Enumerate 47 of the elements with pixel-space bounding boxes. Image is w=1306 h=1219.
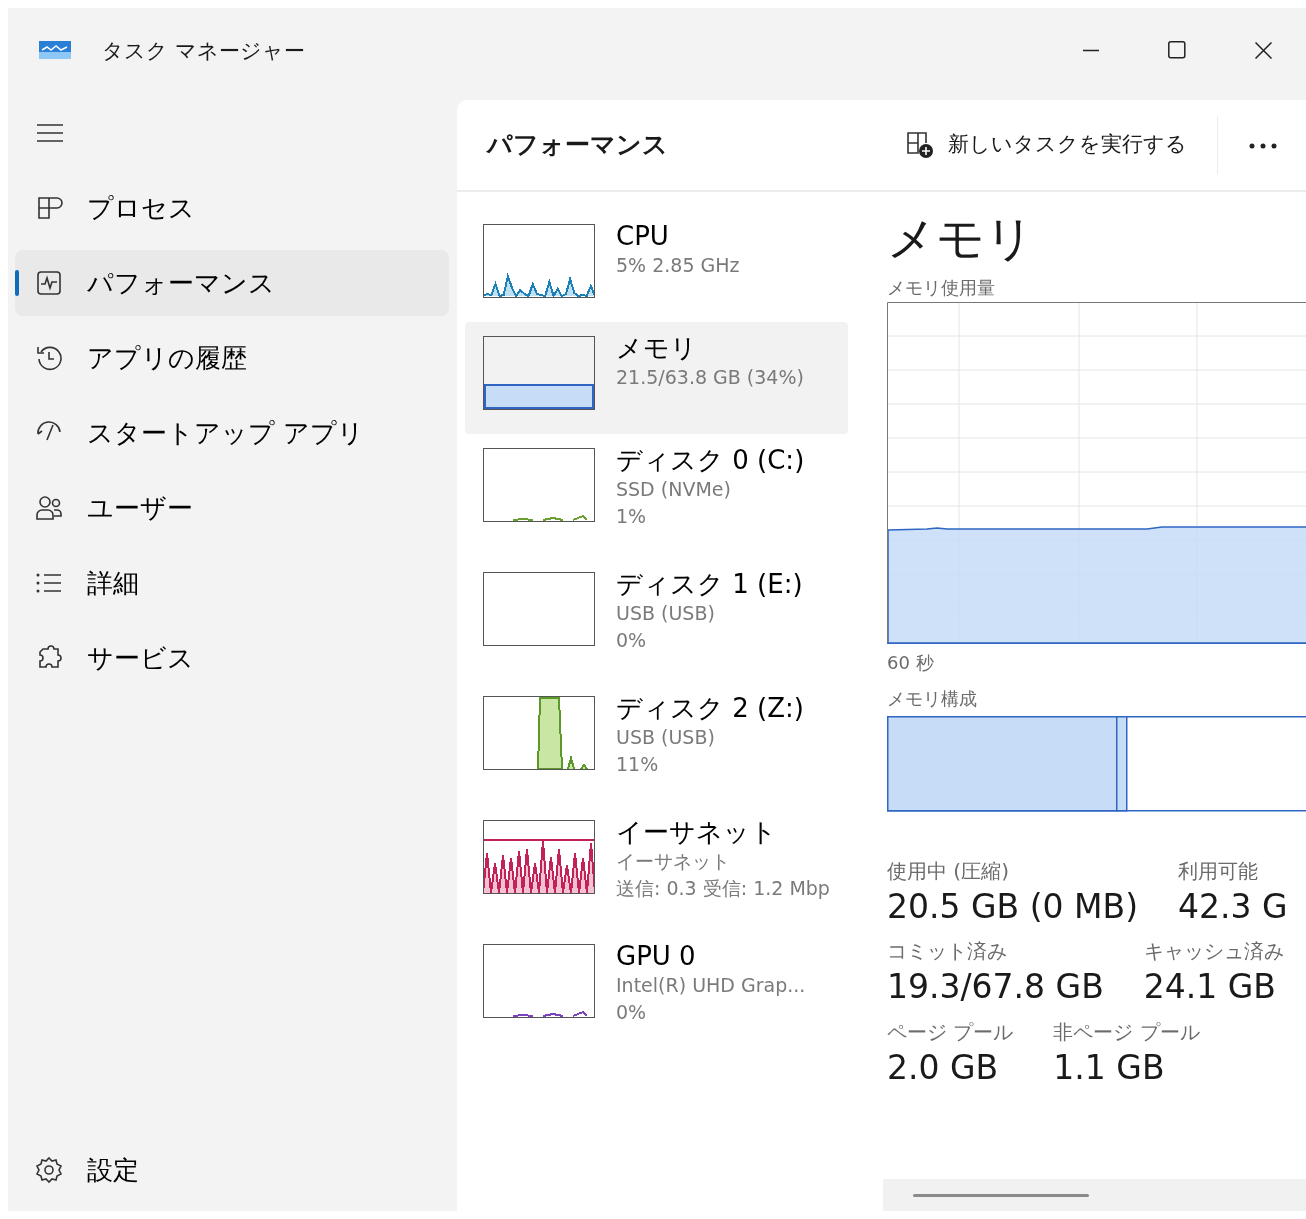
stat-value: 1.1 GB — [1053, 1047, 1166, 1090]
resource-item[interactable]: ディスク 2 (Z:) USB (USB) 11% — [465, 682, 848, 806]
stat-label: コミット済み — [887, 938, 1008, 966]
stat-value: 2.0 GB — [887, 1047, 1000, 1090]
page-title: パフォーマンス — [487, 129, 668, 162]
sidebar-item[interactable]: サービス — [15, 625, 449, 691]
settings-icon — [35, 1156, 63, 1184]
stat-value: 20.5 GB (0 MB) — [887, 885, 1138, 928]
new-task-icon — [906, 131, 936, 159]
maximize-icon — [1168, 41, 1186, 59]
sidebar-item[interactable]: プロセス — [15, 175, 449, 241]
graph-label: メモリ使用量 — [887, 276, 996, 299]
time-axis-label: 60 秒 — [887, 652, 935, 674]
scrollbar-thumb[interactable] — [913, 1193, 1089, 1197]
stat-label: 使用中 (圧縮) — [887, 857, 1010, 885]
more-icon — [1248, 141, 1278, 150]
app-logo-icon — [38, 38, 72, 62]
sidebar-item[interactable]: ユーザー — [15, 475, 449, 541]
resource-item[interactable]: ディスク 1 (E:) USB (USB) 0% — [465, 558, 848, 682]
stat-label: ページ プール — [887, 1019, 1014, 1047]
stat-value: 42.3 G — [1178, 885, 1288, 928]
settings-item[interactable]: 設定 — [15, 1137, 449, 1203]
users-icon — [35, 494, 63, 522]
resource-item[interactable]: ディスク 0 (C:) SSD (NVMe) 1% — [465, 434, 848, 558]
pulse-graph-icon — [35, 269, 63, 297]
stat-label: キャッシュ済み — [1143, 938, 1284, 966]
grid-icon — [35, 194, 63, 222]
resource-item[interactable]: イーサネット イーサネット 送信: 0.3 受信: 1.2 Mbp — [465, 806, 848, 930]
sidebar-item[interactable]: スタートアップ アプリ — [15, 400, 449, 466]
close-icon — [1254, 41, 1272, 59]
history-clock-icon — [35, 344, 63, 372]
resource-item[interactable]: GPU 0 Intel(R) UHD Grap... 0% — [465, 930, 848, 1054]
stat-label: 利用可能 — [1178, 857, 1259, 885]
stat-value: 24.1 GB — [1143, 966, 1277, 1009]
menu-icon — [35, 122, 65, 144]
composition-label: メモリ構成 — [887, 688, 978, 710]
stat-value: 19.3/67.8 GB — [887, 966, 1104, 1009]
resource-item[interactable]: メモリ 21.5/63.8 GB (34%) — [465, 322, 848, 434]
stat-label: 非ページ プール — [1053, 1019, 1200, 1047]
sidebar-item[interactable]: 詳細 — [15, 550, 449, 616]
resource-item[interactable]: CPU 5% 2.85 GHz — [465, 210, 848, 322]
run-new-task-button[interactable]: 新しいタスクを実行する — [902, 123, 1191, 167]
detail-title: メモリ — [887, 212, 1035, 265]
sidebar-item[interactable]: アプリの履歴 — [15, 325, 449, 391]
window-title: タスク マネージャー — [102, 38, 305, 65]
minimize-icon — [1083, 48, 1099, 52]
sidebar-item[interactable]: パフォーマンス — [15, 250, 449, 316]
